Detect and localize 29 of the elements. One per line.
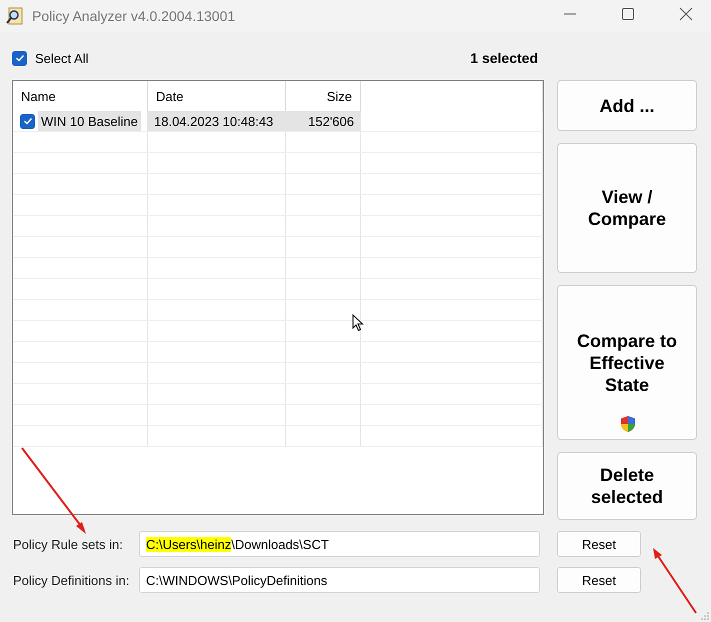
- checkmark-icon: [22, 116, 32, 126]
- path-text: \Downloads\SCT: [231, 536, 329, 552]
- checkmark-icon: [14, 53, 24, 63]
- path-label: Policy Rule sets in:: [13, 536, 124, 552]
- path-field[interactable]: C:\Users\heinz\Downloads\SCT: [139, 531, 540, 557]
- table-cell: 18.04.2023 10:48:43: [148, 111, 286, 131]
- action-button[interactable]: Compare to Effective State: [557, 285, 697, 440]
- magnifier-icon: [6, 7, 24, 25]
- path-field[interactable]: C:\WINDOWS\PolicyDefinitions: [139, 567, 540, 593]
- reset-button[interactable]: Reset: [557, 531, 641, 557]
- resize-grip-icon[interactable]: [701, 612, 709, 620]
- select-all-checkbox[interactable]: [12, 50, 27, 66]
- table-cell[interactable]: WIN 10 Baseline: [38, 111, 141, 131]
- row-checkbox[interactable]: [20, 114, 35, 128]
- mouse-cursor-icon: [352, 314, 364, 332]
- path-label: Policy Definitions in:: [13, 572, 130, 588]
- reset-button[interactable]: Reset: [557, 567, 641, 593]
- action-button[interactable]: Add ...: [557, 80, 697, 131]
- window-title: Policy Analyzer v4.0.2004.13001: [32, 8, 236, 24]
- maximize-icon[interactable]: [621, 7, 635, 21]
- action-button[interactable]: View / Compare: [557, 143, 697, 273]
- select-all-label: Select All: [35, 50, 88, 66]
- path-text: C:\Users\heinz: [146, 536, 232, 552]
- shield-icon: [620, 415, 636, 433]
- selection-count: 1 selected: [470, 50, 538, 66]
- action-button[interactable]: Delete selected: [557, 452, 697, 520]
- table-cell: 152'606: [286, 111, 361, 131]
- path-text: C:\WINDOWS\PolicyDefinitions: [146, 572, 328, 588]
- close-icon[interactable]: [679, 7, 693, 21]
